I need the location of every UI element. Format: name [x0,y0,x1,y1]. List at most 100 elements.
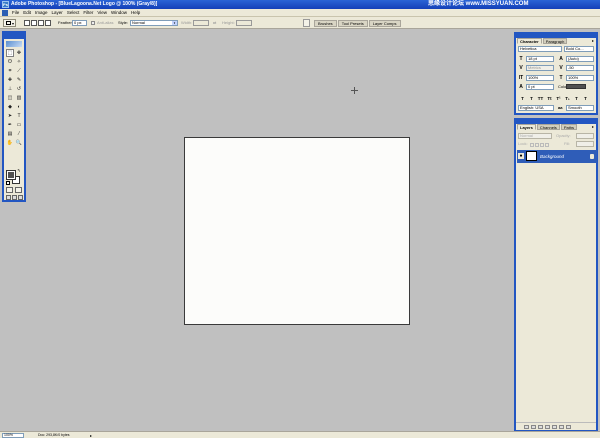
quick-mask-button[interactable] [15,187,22,193]
marquee-tool-icon[interactable]: ⬚ [6,49,14,57]
magic-wand-tool-icon[interactable]: ✧ [15,58,23,66]
eye-icon[interactable]: ● [518,153,524,159]
new-layer-icon[interactable] [559,425,564,429]
tab-layers[interactable]: Layers [517,124,536,130]
notes-tool-icon[interactable]: ▤ [6,130,14,138]
type-style-button-3[interactable]: TT [537,96,544,102]
path-selection-tool-icon[interactable]: ➤ [6,112,14,120]
standard-screen-button[interactable] [6,195,11,200]
tab-paragraph[interactable]: Paragraph [542,38,568,44]
language-select[interactable]: English: USA [518,105,554,111]
document-canvas[interactable] [184,137,410,325]
well-tab-layer-comps[interactable]: Layer Comps [368,20,401,27]
history-brush-tool-icon[interactable]: ↺ [15,85,23,93]
zoom-tool-icon[interactable]: 🔍 [15,139,23,147]
intersect-selection-button[interactable] [45,20,51,26]
info-menu-icon[interactable]: ▸ [90,433,92,438]
feather-input[interactable]: 0 px [72,20,87,26]
crop-tool-icon[interactable]: ⌗ [6,67,14,75]
dodge-tool-icon[interactable]: ◐ [15,103,23,111]
trash-icon[interactable] [566,425,571,429]
menu-view[interactable]: View [95,9,109,17]
kerning-input[interactable]: Metrics [526,65,554,71]
eraser-tool-icon[interactable]: ◫ [6,94,14,102]
antialias-select[interactable]: Smooth [566,105,594,111]
well-tab-tool-presets[interactable]: Tool Presets [337,20,368,27]
link-icon[interactable] [524,425,529,429]
healing-brush-tool-icon[interactable]: ✚ [6,76,14,84]
brush-tool-icon[interactable]: ✎ [15,76,23,84]
clone-stamp-tool-icon[interactable]: ⊥ [6,85,14,93]
blend-mode-select[interactable]: Normal [518,133,552,139]
tool-preset-picker[interactable]: ▾ [3,19,16,27]
type-style-button-6[interactable]: T₁ [564,96,571,102]
vertical-scale-input[interactable]: 100% [526,75,554,81]
document-icon[interactable] [2,10,8,16]
height-input[interactable] [236,20,252,26]
baseline-shift-input[interactable]: 0 pt [526,84,554,90]
photoshop-app-icon[interactable]: Ps [2,1,9,8]
menu-layer[interactable]: Layer [50,9,65,17]
move-tool-icon[interactable]: ✥ [15,49,23,57]
blur-tool-icon[interactable]: ◆ [6,103,14,111]
palette-well-handle[interactable] [303,19,310,27]
text-color-swatch[interactable] [566,84,586,89]
standard-mode-button[interactable] [6,187,13,193]
tab-character[interactable]: Character [517,38,542,44]
menu-file[interactable]: File [10,9,21,17]
foreground-color-swatch[interactable] [6,170,16,180]
lock-pixels-button[interactable] [535,143,539,147]
horizontal-scale-input[interactable]: 100% [566,75,594,81]
palette-menu-icon[interactable]: ▸ [592,125,594,129]
subtract-selection-button[interactable] [38,20,44,26]
swap-colors-icon[interactable]: ↰ [17,169,20,173]
slice-tool-icon[interactable]: ⟋ [15,67,23,75]
layer-row-background[interactable]: ● Background [517,150,597,163]
add-selection-button[interactable] [31,20,37,26]
leading-input[interactable]: (Auto) [566,56,594,62]
fullscreen-button[interactable] [18,195,23,200]
tracking-input[interactable]: -50 [566,65,594,71]
width-input[interactable] [193,20,209,26]
style-select[interactable]: Normal ▾ [130,20,178,26]
menu-select[interactable]: Select [65,9,82,17]
well-tab-brushes[interactable]: Brushes [314,20,337,27]
tab-paths[interactable]: Paths [560,124,578,130]
type-style-button-8[interactable]: T [582,96,589,102]
lock-position-button[interactable] [540,143,544,147]
toolbox-titlebar[interactable] [4,33,24,39]
lock-all-button[interactable] [545,143,549,147]
swap-icon[interactable]: ⇄ [213,20,216,26]
type-style-button-5[interactable]: T¹ [555,96,562,102]
type-style-button-1[interactable]: T [519,96,526,102]
pen-tool-icon[interactable]: ✒ [6,121,14,129]
default-colors-icon[interactable] [6,181,10,185]
antialias-checkbox[interactable] [91,21,95,25]
adobe-online-icon[interactable] [6,41,22,47]
font-family-select[interactable]: Helvetica [518,46,562,52]
layer-set-icon[interactable] [545,425,550,429]
menu-image[interactable]: Image [33,9,50,17]
type-style-button-4[interactable]: Tt [546,96,553,102]
tab-channels[interactable]: Channels [536,124,560,130]
fullscreen-menu-button[interactable] [12,195,17,200]
hand-tool-icon[interactable]: ✋ [6,139,14,147]
menu-help[interactable]: Help [129,9,142,17]
type-style-button-2[interactable]: T [528,96,535,102]
adjustment-layer-icon[interactable] [552,425,557,429]
type-style-button-7[interactable]: T [573,96,580,102]
gradient-tool-icon[interactable]: ▥ [15,94,23,102]
eyedropper-tool-icon[interactable]: ⁄ [15,130,23,138]
font-style-select[interactable]: Bold Co... [564,46,594,52]
shape-tool-icon[interactable]: ▭ [15,121,23,129]
menu-edit[interactable]: Edit [21,9,33,17]
menu-window[interactable]: Window [109,9,129,17]
new-selection-button[interactable] [24,20,30,26]
palette-menu-icon[interactable]: ▸ [592,39,594,43]
layer-style-icon[interactable] [531,425,536,429]
lasso-tool-icon[interactable]: ʘ [6,58,14,66]
fill-input[interactable] [576,141,594,147]
type-tool-icon[interactable]: T [15,112,23,120]
zoom-input[interactable]: 100% [2,433,24,438]
opacity-input[interactable] [576,133,594,139]
